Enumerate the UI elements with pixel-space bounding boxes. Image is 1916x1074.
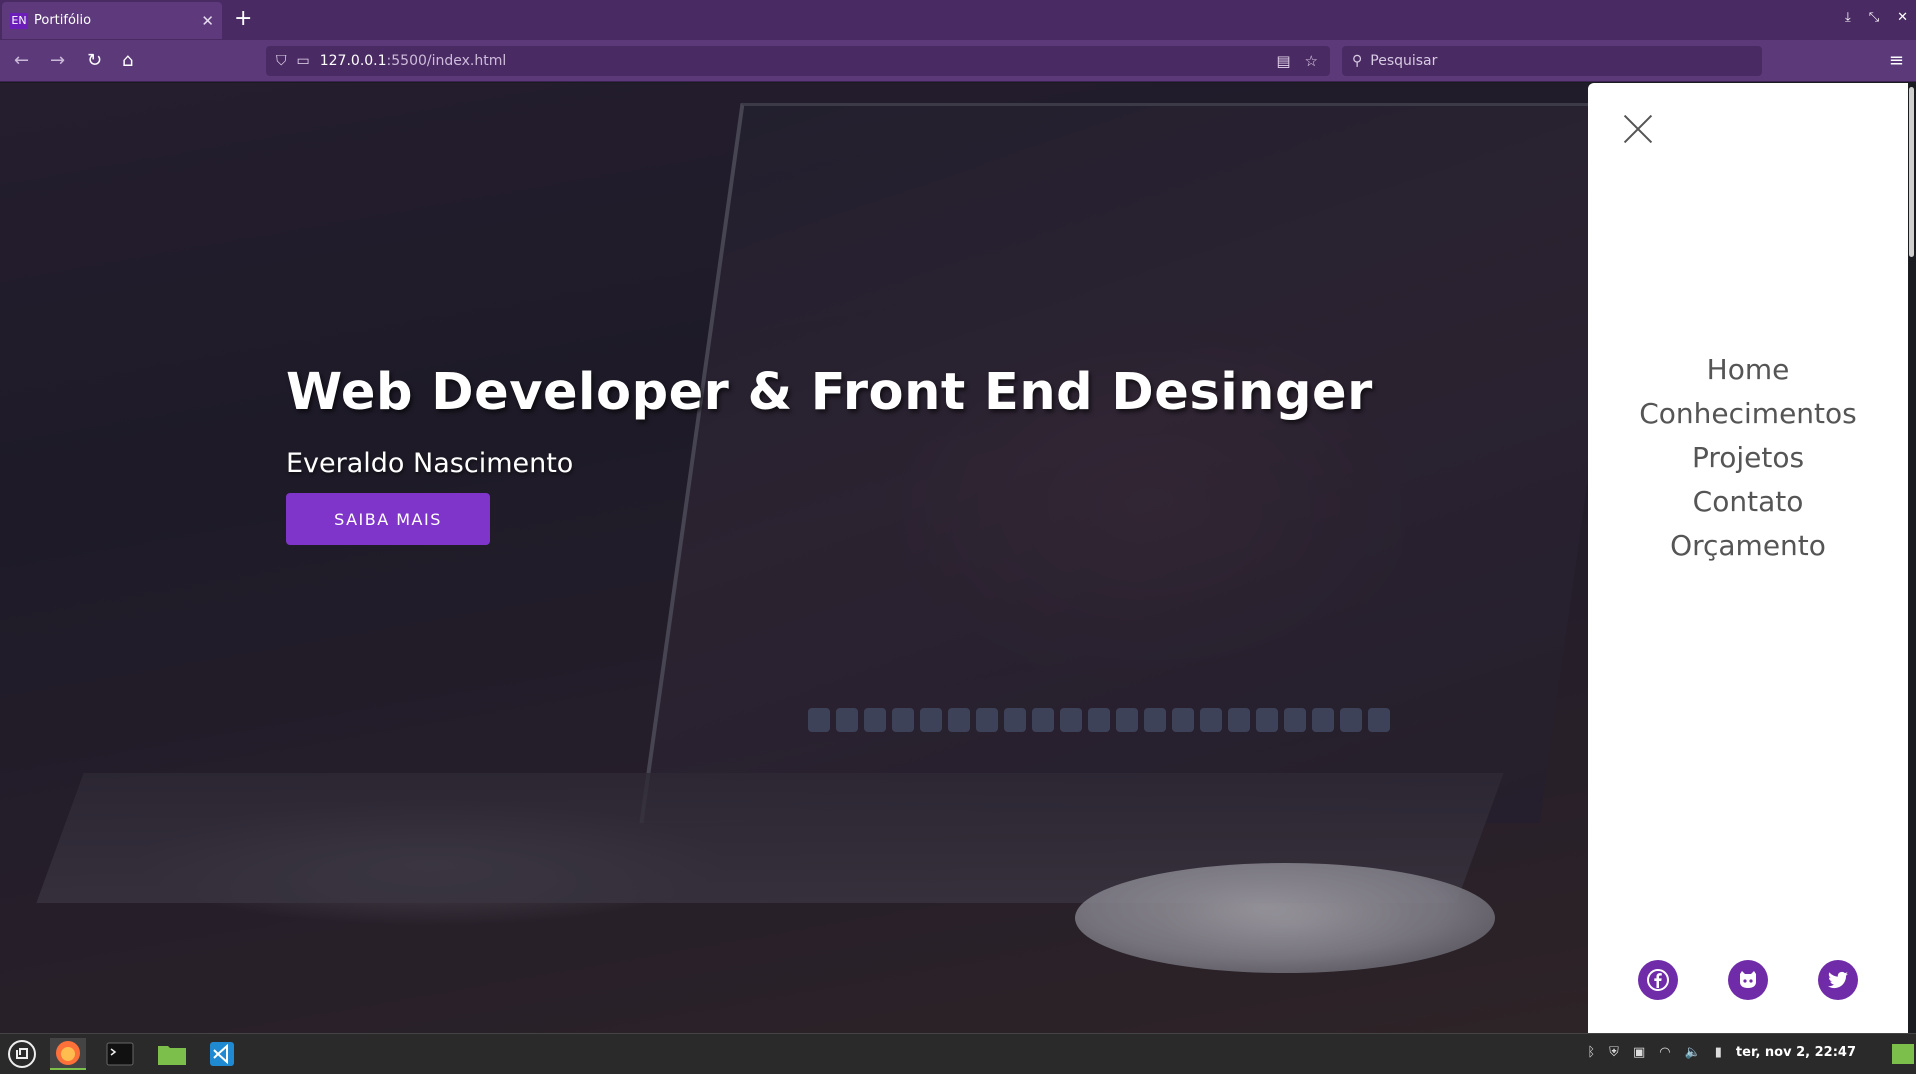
menu-item-contato[interactable]: Contato bbox=[1588, 480, 1908, 524]
bookmark-star-icon[interactable]: ☆ bbox=[1305, 52, 1318, 70]
hamburger-menu-icon[interactable]: ≡ bbox=[1889, 50, 1904, 71]
back-icon[interactable]: ← bbox=[14, 50, 29, 71]
system-tray: ᛒ ⛨ ▣ ◠ 🔈 ▮ ter, nov 2, 22:47 bbox=[1587, 1045, 1856, 1060]
home-icon[interactable]: ⌂ bbox=[122, 50, 133, 71]
url-path: :5500/index.html bbox=[386, 53, 507, 69]
new-tab-button[interactable]: + bbox=[234, 7, 252, 31]
scrollbar[interactable] bbox=[1909, 87, 1914, 257]
hero-section: Web Developer & Front End Desinger Evera… bbox=[0, 83, 1641, 1033]
side-menu: Home Conhecimentos Projetos Contato Orça… bbox=[1588, 83, 1908, 1033]
shield-tray-icon[interactable]: ⛨ bbox=[1609, 1045, 1619, 1060]
address-bar[interactable]: ⛉ ▭ 127.0.0.1:5500/index.html ▤ ☆ bbox=[266, 46, 1330, 76]
social-links bbox=[1638, 960, 1858, 1000]
vscode-icon[interactable] bbox=[204, 1038, 240, 1070]
shield-icon[interactable]: ⛉ bbox=[276, 53, 287, 69]
clock[interactable]: ter, nov 2, 22:47 bbox=[1736, 1045, 1856, 1060]
favicon-icon: EN bbox=[10, 12, 28, 29]
restore-icon[interactable]: ⤡ bbox=[1869, 10, 1879, 25]
volume-icon[interactable]: 🔈 bbox=[1685, 1045, 1701, 1060]
search-input[interactable]: ⚲ Pesquisar bbox=[1342, 46, 1762, 76]
hero-subtitle: Everaldo Nascimento bbox=[286, 448, 574, 479]
files-icon[interactable] bbox=[154, 1038, 190, 1070]
bluetooth-icon[interactable]: ᛒ bbox=[1587, 1045, 1595, 1060]
close-menu-icon[interactable] bbox=[1622, 113, 1654, 145]
show-desktop-button[interactable] bbox=[1892, 1044, 1914, 1064]
page-icon: ▭ bbox=[296, 53, 310, 69]
forward-icon[interactable]: → bbox=[50, 50, 65, 71]
browser-tab-bar: EN Portifólio ✕ + ⤓ ⤡ ✕ bbox=[0, 0, 1916, 40]
hero-content: Web Developer & Front End Desinger Evera… bbox=[286, 363, 1373, 545]
hero-overlay bbox=[0, 83, 1588, 1033]
menu-item-orcamento[interactable]: Orçamento bbox=[1588, 524, 1908, 568]
minimize-icon[interactable]: ⤓ bbox=[1845, 10, 1851, 25]
os-taskbar: ᛒ ⛨ ▣ ◠ 🔈 ▮ ter, nov 2, 22:47 bbox=[0, 1033, 1916, 1074]
twitter-icon[interactable] bbox=[1818, 960, 1858, 1000]
web-page: Web Developer & Front End Desinger Evera… bbox=[0, 83, 1916, 1033]
window-controls: ⤓ ⤡ ✕ bbox=[1845, 10, 1908, 25]
browser-tab[interactable]: EN Portifólio ✕ bbox=[2, 2, 222, 39]
github-icon[interactable] bbox=[1728, 960, 1768, 1000]
search-placeholder: Pesquisar bbox=[1370, 53, 1438, 69]
close-window-icon[interactable]: ✕ bbox=[1897, 10, 1908, 25]
browser-toolbar: ← → ↻ ⌂ ⛉ ▭ 127.0.0.1:5500/index.html ▤ … bbox=[0, 40, 1916, 82]
search-icon: ⚲ bbox=[1352, 53, 1363, 69]
firefox-icon[interactable] bbox=[50, 1038, 86, 1070]
saiba-mais-button[interactable]: SAIBA MAIS bbox=[286, 493, 490, 545]
start-menu-icon[interactable] bbox=[4, 1038, 40, 1070]
facebook-icon[interactable] bbox=[1638, 960, 1678, 1000]
url-host: 127.0.0.1 bbox=[319, 53, 387, 69]
menu-item-projetos[interactable]: Projetos bbox=[1588, 436, 1908, 480]
hero-title: Web Developer & Front End Desinger bbox=[286, 363, 1373, 422]
wifi-icon[interactable]: ◠ bbox=[1659, 1045, 1670, 1060]
reload-icon[interactable]: ↻ bbox=[87, 50, 102, 71]
reader-view-icon[interactable]: ▤ bbox=[1276, 52, 1290, 70]
menu-list: Home Conhecimentos Projetos Contato Orça… bbox=[1588, 348, 1908, 568]
menu-item-conhecimentos[interactable]: Conhecimentos bbox=[1588, 392, 1908, 436]
close-tab-icon[interactable]: ✕ bbox=[201, 12, 214, 30]
tab-title: Portifólio bbox=[34, 13, 92, 28]
battery-icon[interactable]: ▮ bbox=[1715, 1045, 1722, 1060]
terminal-icon[interactable] bbox=[102, 1038, 138, 1070]
menu-item-home[interactable]: Home bbox=[1588, 348, 1908, 392]
clipboard-icon[interactable]: ▣ bbox=[1633, 1045, 1645, 1060]
